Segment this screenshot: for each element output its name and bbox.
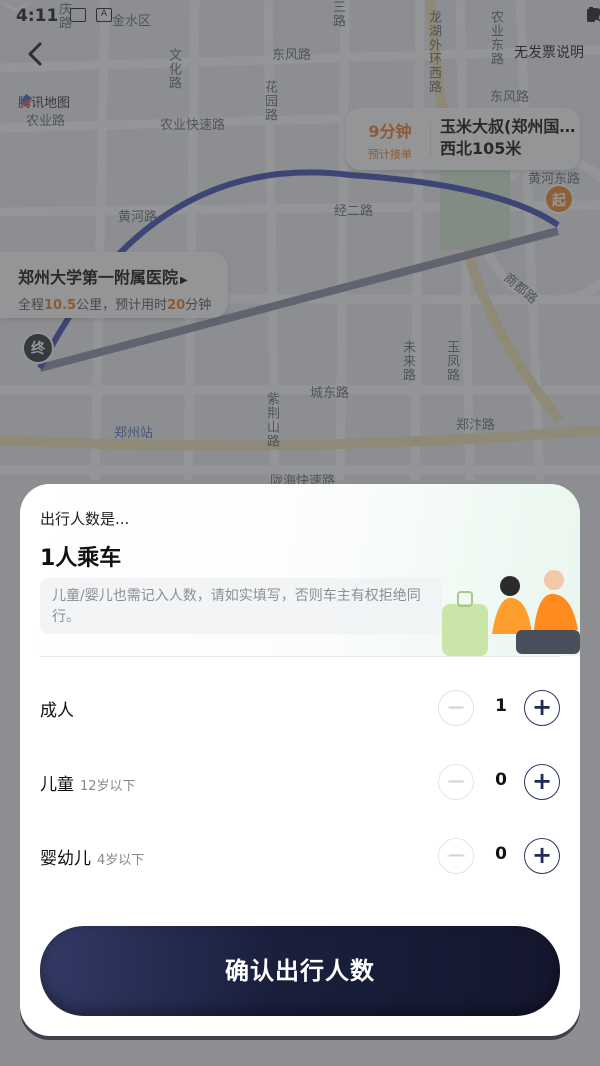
- sheet-question: 出行人数是...: [40, 510, 130, 528]
- map-label-road: 黄河路: [118, 210, 158, 225]
- map-provider-logo: 腾讯地图: [18, 92, 70, 111]
- summary-middle: 公里，预计用时: [76, 298, 168, 313]
- back-button[interactable]: [20, 40, 52, 68]
- row-age-note: 12岁以下: [80, 779, 136, 794]
- child-decrement-button[interactable]: −: [438, 764, 474, 800]
- triangle-right-icon: ▶: [180, 275, 188, 286]
- destination-pin: 终: [22, 332, 54, 364]
- route-summary: 全程10.5公里，预计用时20分钟: [18, 294, 228, 313]
- row-label-text: 成人: [40, 701, 74, 721]
- child-notice: 儿童/婴儿也需记入人数，请如实填写，否则车主有权拒绝同行。: [40, 578, 442, 634]
- invoice-info-link[interactable]: 无发票说明: [514, 42, 584, 62]
- summary-suffix: 分钟: [185, 298, 212, 313]
- eta-value: 9分钟: [368, 122, 412, 141]
- section-divider: [40, 656, 560, 657]
- map-label-road: 农业快速路: [160, 118, 226, 133]
- infant-increment-button[interactable]: +: [524, 838, 560, 874]
- row-label: 成人: [40, 696, 74, 721]
- row-label: 儿童 12岁以下: [40, 770, 136, 795]
- pickup-eta: 9分钟 预计接单: [360, 118, 420, 162]
- child-count-value: 0: [495, 770, 507, 790]
- destination-callout[interactable]: 郑州大学第一附属医院 ▶ 全程10.5公里，预计用时20分钟: [0, 252, 228, 318]
- map-label-road: 未来路: [400, 340, 415, 382]
- sheet-header: 出行人数是... 1人乘车 儿童/婴儿也需记入人数，请如实填写，否则车主有权拒绝…: [20, 484, 580, 656]
- row-label-text: 儿童: [40, 775, 74, 795]
- map-label-road: 文化路: [166, 48, 181, 90]
- map-label-road: 经二路: [334, 204, 374, 219]
- map-label-road: 东风路: [490, 90, 530, 105]
- map-label-road: 东风路: [272, 48, 312, 63]
- passenger-count-title: 1人乘车: [40, 546, 122, 571]
- destination-name: 郑州大学第一附属医院: [18, 268, 179, 287]
- drag-handle-icon[interactable]: [0, 0, 32, 14]
- notification-icons: A: [70, 8, 112, 22]
- infant-count-value: 0: [495, 844, 507, 864]
- origin-pin: 起: [544, 184, 574, 214]
- callout-divider: [430, 122, 431, 156]
- eta-label: 预计接单: [368, 148, 412, 161]
- passenger-count-sheet: 出行人数是... 1人乘车 儿童/婴儿也需记入人数，请如实填写，否则车主有权拒绝…: [20, 484, 580, 1036]
- row-age-note: 4岁以下: [97, 853, 145, 868]
- passengers-illustration: [442, 570, 580, 656]
- map-label-road: 农业路: [26, 114, 66, 129]
- chevron-left-icon: [28, 42, 42, 66]
- map-label-road: 花园路: [262, 80, 277, 122]
- route-distance: 10.5: [44, 298, 77, 313]
- origin-callout[interactable]: 9分钟 预计接单 玉米大叔(郑州国…西北105米: [346, 108, 580, 170]
- row-label: 婴幼儿 4岁以下: [40, 844, 144, 869]
- child-increment-button[interactable]: +: [524, 764, 560, 800]
- map-label-road: 城东路: [310, 386, 350, 401]
- route-duration: 20: [167, 298, 186, 313]
- image-icon: [70, 8, 86, 22]
- map-label-road: 紫荆山路: [264, 392, 279, 448]
- confirm-passenger-count-button[interactable]: 确认出行人数: [40, 926, 560, 1016]
- status-bar: 4:11 A: [0, 0, 600, 34]
- infant-decrement-button[interactable]: −: [438, 838, 474, 874]
- adult-decrement-button[interactable]: −: [438, 690, 474, 726]
- map-label-road: 郑汴路: [456, 418, 496, 433]
- passenger-row-infant: 婴幼儿 4岁以下 − 0 +: [40, 836, 560, 876]
- battery-icon: [587, 7, 595, 22]
- passenger-row-adult: 成人 − 1 +: [40, 688, 560, 728]
- passenger-row-child: 儿童 12岁以下 − 0 +: [40, 762, 560, 802]
- map-label-road: 玉凤路: [444, 340, 459, 382]
- adult-increment-button[interactable]: +: [524, 690, 560, 726]
- row-label-text: 婴幼儿: [40, 849, 91, 869]
- map-label-station: 郑州站: [114, 426, 154, 441]
- font-icon: A: [96, 8, 112, 22]
- origin-name: 玉米大叔(郑州国…西北105米: [440, 117, 576, 158]
- tencent-map-icon: [20, 94, 32, 106]
- summary-prefix: 全程: [18, 298, 45, 313]
- adult-count-value: 1: [495, 696, 507, 716]
